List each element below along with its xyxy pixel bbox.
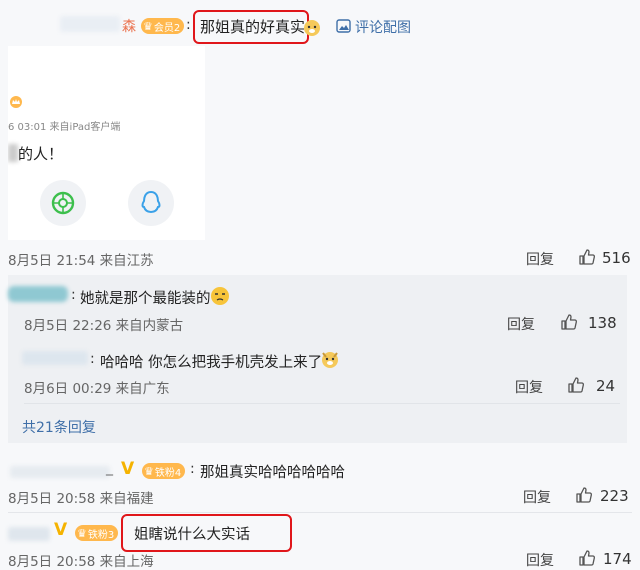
image-icon[interactable] [336,19,351,33]
colon: : [186,17,191,33]
sub-reply-text: 哈哈哈 你怎么把我手机壳发上来了 [100,355,323,371]
reply-button[interactable]: 回复 [526,550,554,570]
thumbs-up-icon[interactable] [578,248,596,266]
thumbs-up-icon[interactable] [567,376,585,394]
reply-button[interactable]: 回复 [526,249,554,269]
divider [8,512,632,513]
crown-icon: ♛ [144,464,154,478]
colon: : [190,461,195,477]
image-date: 6 03:01 来自iPad客户端 [8,122,121,133]
verified-v-icon: V [54,520,68,540]
username-blurred[interactable] [10,466,110,478]
crown-icon [10,96,22,108]
image-text-blurred [8,144,18,162]
vip-badge-label: 铁粉4 [154,467,182,479]
username-fragment[interactable]: 森 [122,16,136,36]
smirk-emoji-icon [211,287,229,305]
username-fragment: _ [106,460,113,476]
divider [24,403,620,404]
comment-text: 那姐真的好真实 [200,18,306,36]
colon: : [90,351,95,367]
username-blurred[interactable] [60,16,120,32]
comment-meta: 8月5日 21:54 来自江苏 [8,253,154,269]
colon: : [71,287,76,303]
reply-button[interactable]: 回复 [523,487,551,507]
vip-badge: ♛ 会员2 [141,18,185,34]
wechat-moments-icon [51,191,75,215]
sub-reply-meta: 8月6日 00:29 来自广东 [24,381,170,397]
reply-button[interactable]: 回复 [507,314,535,334]
image-text: 的人！ [18,145,64,163]
sub-username-blurred[interactable] [8,286,68,302]
thumbs-up-icon[interactable] [560,313,578,331]
comment-text: 姐瞎说什么大实话 [134,527,250,543]
dog-face-emoji-icon [322,352,338,368]
wechat-moments-button [40,180,86,226]
like-count: 138 [588,314,617,332]
reply-button[interactable]: 回复 [515,377,543,397]
more-replies-link[interactable]: 共21条回复 [22,417,96,437]
vip-badge-label: 铁粉3 [87,529,115,541]
comment-text: 那姐真实哈哈哈哈哈哈 [200,465,345,481]
top-comment: 森 ♛ 会员2 : 那姐真的好真实 评论配图 [0,10,640,44]
qq-icon [141,190,161,214]
like-count: 24 [596,377,616,395]
crown-icon: ♛ [143,19,153,33]
vip-badge: ♛ 铁粉3 [75,525,119,541]
comment-meta: 8月5日 20:58 来自福建 [8,491,154,507]
thumbs-up-icon[interactable] [575,486,593,504]
comment-meta: 8月5日 20:58 来自上海 [8,554,154,570]
like-count: 174 [603,550,632,568]
comment-image-link[interactable]: 评论配图 [355,17,411,37]
sub-replies-panel: : 她就是那个最能装的 8月5日 22:26 来自内蒙古 回复 138 : 哈哈… [8,275,627,443]
verified-v-icon: V [121,459,135,479]
crown-icon: ♛ [77,526,87,540]
dog-face-emoji-icon [304,20,320,36]
sub-reply-text: 她就是那个最能装的 [80,291,211,307]
like-count: 516 [602,249,631,267]
qq-button [128,180,174,226]
vip-badge-label: 会员2 [153,22,181,34]
comment-image[interactable]: 6 03:01 来自iPad客户端 的人！ [8,46,205,240]
sub-username-blurred[interactable] [22,351,88,365]
username-blurred[interactable] [8,527,50,541]
sub-reply-meta: 8月5日 22:26 来自内蒙古 [24,318,184,334]
like-count: 223 [600,487,629,505]
vip-badge: ♛ 铁粉4 [142,463,186,479]
thumbs-up-icon[interactable] [578,549,596,567]
